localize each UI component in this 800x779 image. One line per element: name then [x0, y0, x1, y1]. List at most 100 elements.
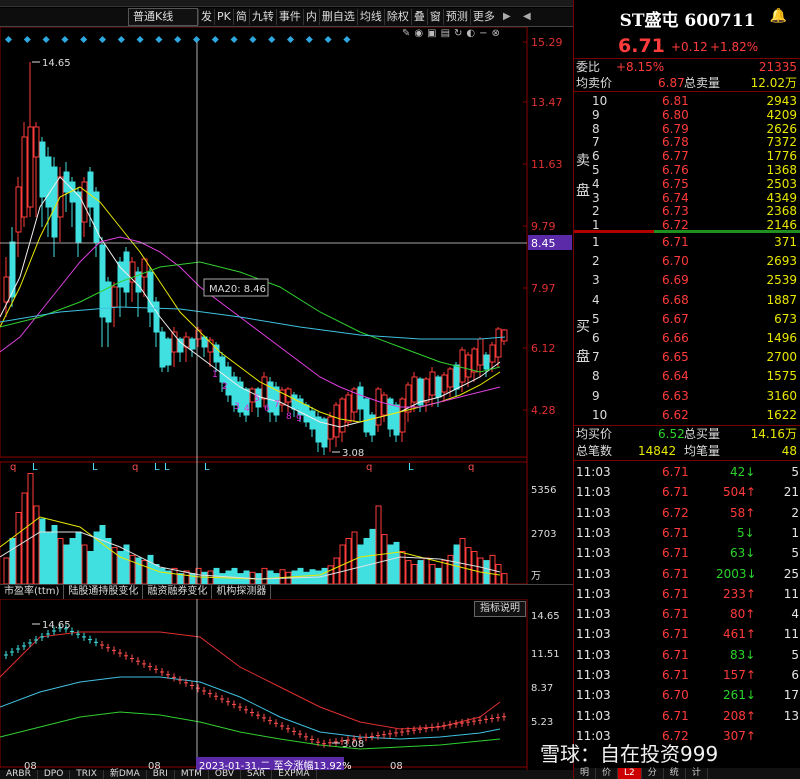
tick-count: 5	[791, 465, 799, 479]
volume-bar	[63, 544, 70, 585]
close-icon[interactable]: ⊗	[492, 28, 500, 40]
tab-expma[interactable]: EXPMA	[272, 770, 317, 779]
toolbar-button-pk[interactable]: PK	[214, 9, 233, 25]
tab-obv[interactable]: OBV	[209, 770, 241, 779]
tick-row: 11:03 6.71 42↓ 5	[574, 463, 800, 481]
candle-body	[375, 388, 382, 426]
signal-label: L	[154, 462, 160, 473]
tick-time: 11:03	[576, 586, 611, 601]
tab-bri[interactable]: BRI	[147, 770, 175, 779]
zoom-out-icon[interactable]: −	[479, 28, 487, 40]
candle-body	[27, 126, 34, 208]
volume-bar	[441, 560, 448, 585]
candle-body	[21, 136, 28, 218]
quote-tab-2[interactable]: L2	[618, 768, 642, 779]
volume-bar	[135, 557, 142, 585]
signal-label: q	[366, 462, 372, 473]
volume-bar	[69, 538, 76, 585]
candle-body	[429, 371, 436, 396]
tab-margin[interactable]: 融资融券变化	[143, 585, 213, 599]
candle-body	[441, 374, 448, 393]
event-marker	[4, 35, 13, 44]
camera-icon[interactable]: ▣	[427, 28, 436, 40]
toolbar-button-adjust[interactable]: 除权	[383, 9, 411, 25]
price-change-pct: +1.82%	[710, 40, 759, 54]
bid-level-row: 5 6.67 673	[574, 310, 800, 328]
quote-tab-0[interactable]: 明	[574, 768, 597, 779]
quote-tab-4[interactable]: 统	[664, 768, 686, 779]
quote-tab-1[interactable]: 价	[596, 768, 619, 779]
toolbar-button-events[interactable]: 事件	[275, 9, 303, 25]
volume-bar	[357, 544, 364, 585]
volume-scale-label: 2703	[531, 529, 556, 540]
tab-new-dma[interactable]: 新DMA	[104, 770, 147, 779]
event-marker	[136, 35, 144, 44]
trades-row: 总笔数 14842 均笔量 48	[574, 442, 800, 460]
sub-scale-label: 5.23	[531, 717, 553, 728]
trash-icon[interactable]: ▤	[441, 28, 450, 40]
volume-bar	[303, 571, 310, 585]
eye-icon[interactable]: ◉	[414, 28, 423, 40]
toolbar-button-window[interactable]: 窗	[426, 9, 443, 25]
bid-level-row: 4 6.68 1887	[574, 291, 800, 309]
collapse-icon[interactable]: ◀	[520, 10, 534, 24]
tab-trix[interactable]: TRIX	[70, 770, 104, 779]
toolbar-button-ma[interactable]: 均线	[356, 9, 384, 25]
refresh-icon[interactable]: ↻	[454, 28, 462, 40]
volume-bar	[75, 531, 82, 585]
volume-bar	[477, 557, 484, 585]
kline-type-select[interactable]: 普通K线	[128, 8, 198, 26]
tick-volume: 504↑	[723, 485, 756, 500]
volume-bar	[129, 554, 136, 585]
toolbar-button-forecast[interactable]: 预测	[442, 9, 470, 25]
kline-chart[interactable]: 15.29 13.47 11.63 9.79 7.97 6.12 4.28 8.45 MA20:…	[0, 27, 573, 772]
alert-bell-icon[interactable]: 🔔	[770, 8, 787, 24]
bid-price: 6.68	[662, 292, 689, 307]
bid-level: 3	[592, 273, 600, 288]
tick-volume: 461↑	[723, 627, 756, 642]
toolbar-button-nei[interactable]: 内	[302, 9, 319, 25]
bid-level: 2	[592, 254, 600, 269]
sequence-number: 5	[254, 394, 260, 404]
candle-body	[165, 338, 172, 366]
bid-price: 6.62	[662, 407, 689, 422]
event-marker	[324, 35, 332, 44]
signal-label: q	[468, 462, 474, 473]
tab-institution[interactable]: 机构探测器	[212, 585, 272, 599]
toolbar-button-overlay[interactable]: 叠	[410, 9, 427, 25]
volume-bar	[231, 567, 238, 585]
toolbar-button-fa[interactable]: 发	[198, 9, 214, 25]
tab-pe-ttm[interactable]: 市盈率(ttm)	[0, 585, 65, 599]
quote-tab-5[interactable]: 计	[686, 768, 708, 779]
toolbar-button-more[interactable]: 更多	[469, 9, 497, 25]
tab-arbr[interactable]: ARBR	[0, 770, 38, 779]
quote-tab-3[interactable]: 分	[642, 768, 664, 779]
toolbar-button-remove-watchlist[interactable]: 删自选	[318, 9, 357, 25]
total-buy-label: 总买量	[684, 427, 721, 441]
tab-hk-connect[interactable]: 陆股通持股变化	[64, 585, 144, 599]
volume-bar	[51, 525, 58, 585]
tab-mtm[interactable]: MTM	[175, 770, 209, 779]
play-icon[interactable]: ▶	[500, 10, 514, 24]
tick-time: 11:03	[576, 668, 611, 682]
tab-dpo[interactable]: DPO	[38, 770, 71, 779]
candle-body	[159, 331, 166, 368]
tick-row: 11:03 6.70 261↓ 17	[574, 686, 800, 704]
tick-count: 11	[783, 627, 799, 642]
tab-sar[interactable]: SAR	[241, 770, 273, 779]
tick-volume: 208↑	[723, 708, 756, 723]
settings-icon[interactable]: ◐	[466, 28, 475, 40]
bid-volume: 1622	[766, 407, 797, 422]
candle-body	[51, 166, 58, 238]
event-marker	[305, 35, 313, 44]
candle-body	[465, 354, 472, 378]
volume-scale-label: 万	[531, 571, 541, 582]
toolbar-button-jian[interactable]: 简	[232, 9, 249, 25]
price-scale-label: 4.28	[531, 404, 556, 417]
high-label: 14.65	[42, 58, 71, 69]
lock-icon[interactable]: ✎	[402, 28, 410, 40]
bid-price: 6.71	[662, 235, 689, 249]
volume-bar	[351, 531, 358, 585]
toolbar-button-jiuzhuan[interactable]: 九转	[248, 9, 276, 25]
indicator-help-button[interactable]: 指标说明	[474, 601, 526, 617]
